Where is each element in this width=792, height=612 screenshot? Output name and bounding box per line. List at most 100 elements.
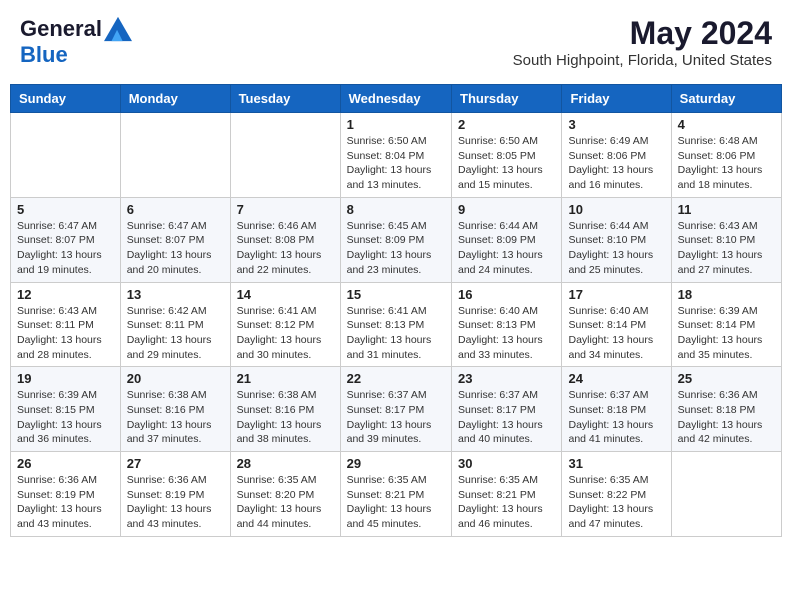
day-number: 13 [127, 287, 224, 302]
day-info: Sunrise: 6:42 AM Sunset: 8:11 PM Dayligh… [127, 304, 224, 363]
day-number: 10 [568, 202, 664, 217]
day-info: Sunrise: 6:41 AM Sunset: 8:13 PM Dayligh… [347, 304, 445, 363]
day-number: 20 [127, 371, 224, 386]
day-info: Sunrise: 6:35 AM Sunset: 8:22 PM Dayligh… [568, 473, 664, 532]
calendar-cell: 16Sunrise: 6:40 AM Sunset: 8:13 PM Dayli… [452, 282, 562, 367]
location-title: South Highpoint, Florida, United States [513, 52, 772, 69]
weekday-header-tuesday: Tuesday [230, 85, 340, 113]
day-info: Sunrise: 6:50 AM Sunset: 8:04 PM Dayligh… [347, 134, 445, 193]
month-title: May 2024 [513, 15, 772, 52]
calendar-cell [671, 452, 781, 537]
day-info: Sunrise: 6:37 AM Sunset: 8:17 PM Dayligh… [458, 388, 555, 447]
logo-icon [104, 15, 132, 43]
day-info: Sunrise: 6:39 AM Sunset: 8:14 PM Dayligh… [678, 304, 775, 363]
day-info: Sunrise: 6:37 AM Sunset: 8:17 PM Dayligh… [347, 388, 445, 447]
calendar-cell: 5 Sunrise: 6:47 AM Sunset: 8:07 PM Daylig… [11, 197, 121, 282]
day-info: Sunrise: 6:41 AM Sunset: 8:12 PM Dayligh… [237, 304, 334, 363]
day-info: Sunrise: 6:35 AM Sunset: 8:21 PM Dayligh… [458, 473, 555, 532]
calendar-cell: 13 Sunrise: 6:42 AM Sunset: 8:11 PM Dayli… [120, 282, 230, 367]
day-number: 9 [458, 202, 555, 217]
logo-general: General [20, 16, 102, 41]
day-info: Sunrise: 6:36 AM Sunset: 8:19 PM Dayligh… [127, 473, 224, 532]
day-number: 26 [17, 456, 114, 471]
day-number: 21 [237, 371, 334, 386]
day-number: 2 [458, 117, 555, 132]
weekday-header-thursday: Thursday [452, 85, 562, 113]
weekday-header-sunday: Sunday [11, 85, 121, 113]
day-info: Sunrise: 6:36 AM Sunset: 8:19 PM Dayligh… [17, 473, 114, 532]
day-info: Sunrise: 6:43 AM Sunset: 8:11 PM Dayligh… [17, 304, 114, 363]
day-info: Sunrise: 6:38 AM Sunset: 8:16 PM Dayligh… [127, 388, 224, 447]
weekday-header-saturday: Saturday [671, 85, 781, 113]
day-info: Sunrise: 6:44 AM Sunset: 8:10 PM Dayligh… [568, 219, 664, 278]
day-info: Sunrise: 6:38 AM Sunset: 8:16 PM Dayligh… [237, 388, 334, 447]
day-number: 1 [347, 117, 445, 132]
title-area: May 2024 South Highpoint, Florida, Unite… [513, 15, 772, 69]
day-number: 22 [347, 371, 445, 386]
calendar-cell: 24 Sunrise: 6:37 AM Sunset: 8:18 PM Dayli… [562, 367, 671, 452]
day-number: 7 [237, 202, 334, 217]
calendar: SundayMondayTuesdayWednesdayThursdayFrid… [10, 84, 782, 537]
calendar-cell: 10 Sunrise: 6:44 AM Sunset: 8:10 PM Dayli… [562, 197, 671, 282]
day-number: 3 [568, 117, 664, 132]
day-number: 31 [568, 456, 664, 471]
day-number: 27 [127, 456, 224, 471]
weekday-header-wednesday: Wednesday [340, 85, 451, 113]
day-number: 18 [678, 287, 775, 302]
logo: General Blue [20, 15, 132, 67]
day-info: Sunrise: 6:45 AM Sunset: 8:09 PM Dayligh… [347, 219, 445, 278]
calendar-cell: 23 Sunrise: 6:37 AM Sunset: 8:17 PM Dayli… [452, 367, 562, 452]
day-info: Sunrise: 6:43 AM Sunset: 8:10 PM Dayligh… [678, 219, 775, 278]
calendar-cell: 19Sunrise: 6:39 AM Sunset: 8:15 PM Dayli… [11, 367, 121, 452]
calendar-cell: 15 Sunrise: 6:41 AM Sunset: 8:13 PM Dayli… [340, 282, 451, 367]
calendar-cell [230, 113, 340, 198]
calendar-cell: 22 Sunrise: 6:37 AM Sunset: 8:17 PM Dayli… [340, 367, 451, 452]
day-number: 25 [678, 371, 775, 386]
calendar-cell: 9 Sunrise: 6:44 AM Sunset: 8:09 PM Daylig… [452, 197, 562, 282]
calendar-cell: 21 Sunrise: 6:38 AM Sunset: 8:16 PM Dayli… [230, 367, 340, 452]
calendar-cell: 7 Sunrise: 6:46 AM Sunset: 8:08 PM Daylig… [230, 197, 340, 282]
calendar-cell: 18 Sunrise: 6:39 AM Sunset: 8:14 PM Dayli… [671, 282, 781, 367]
calendar-cell: 8 Sunrise: 6:45 AM Sunset: 8:09 PM Daylig… [340, 197, 451, 282]
calendar-cell: 27 Sunrise: 6:36 AM Sunset: 8:19 PM Dayli… [120, 452, 230, 537]
day-number: 14 [237, 287, 334, 302]
calendar-cell: 17Sunrise: 6:40 AM Sunset: 8:14 PM Dayli… [562, 282, 671, 367]
day-number: 24 [568, 371, 664, 386]
day-info: Sunrise: 6:44 AM Sunset: 8:09 PM Dayligh… [458, 219, 555, 278]
day-info: Sunrise: 6:46 AM Sunset: 8:08 PM Dayligh… [237, 219, 334, 278]
day-info: Sunrise: 6:37 AM Sunset: 8:18 PM Dayligh… [568, 388, 664, 447]
calendar-cell: 25 Sunrise: 6:36 AM Sunset: 8:18 PM Dayli… [671, 367, 781, 452]
day-number: 4 [678, 117, 775, 132]
day-info: Sunrise: 6:36 AM Sunset: 8:18 PM Dayligh… [678, 388, 775, 447]
calendar-cell: 3 Sunrise: 6:49 AM Sunset: 8:06 PM Daylig… [562, 113, 671, 198]
day-info: Sunrise: 6:50 AM Sunset: 8:05 PM Dayligh… [458, 134, 555, 193]
weekday-header-friday: Friday [562, 85, 671, 113]
weekday-header-monday: Monday [120, 85, 230, 113]
day-number: 11 [678, 202, 775, 217]
header: General Blue May 2024 South Highpoint, F… [10, 10, 782, 74]
day-number: 28 [237, 456, 334, 471]
day-number: 23 [458, 371, 555, 386]
day-number: 12 [17, 287, 114, 302]
calendar-cell: 30 Sunrise: 6:35 AM Sunset: 8:21 PM Dayli… [452, 452, 562, 537]
calendar-cell: 20 Sunrise: 6:38 AM Sunset: 8:16 PM Dayli… [120, 367, 230, 452]
day-number: 6 [127, 202, 224, 217]
day-info: Sunrise: 6:48 AM Sunset: 8:06 PM Dayligh… [678, 134, 775, 193]
day-number: 5 [17, 202, 114, 217]
day-info: Sunrise: 6:35 AM Sunset: 8:20 PM Dayligh… [237, 473, 334, 532]
day-info: Sunrise: 6:47 AM Sunset: 8:07 PM Dayligh… [127, 219, 224, 278]
day-info: Sunrise: 6:49 AM Sunset: 8:06 PM Dayligh… [568, 134, 664, 193]
day-number: 15 [347, 287, 445, 302]
calendar-cell [11, 113, 121, 198]
day-info: Sunrise: 6:40 AM Sunset: 8:14 PM Dayligh… [568, 304, 664, 363]
day-info: Sunrise: 6:47 AM Sunset: 8:07 PM Dayligh… [17, 219, 114, 278]
calendar-cell: 26 Sunrise: 6:36 AM Sunset: 8:19 PM Dayli… [11, 452, 121, 537]
calendar-cell: 28 Sunrise: 6:35 AM Sunset: 8:20 PM Dayli… [230, 452, 340, 537]
calendar-cell: 29Sunrise: 6:35 AM Sunset: 8:21 PM Dayli… [340, 452, 451, 537]
calendar-cell: 14 Sunrise: 6:41 AM Sunset: 8:12 PM Dayli… [230, 282, 340, 367]
calendar-cell: 6 Sunrise: 6:47 AM Sunset: 8:07 PM Daylig… [120, 197, 230, 282]
calendar-cell: 1 Sunrise: 6:50 AM Sunset: 8:04 PM Daylig… [340, 113, 451, 198]
day-info: Sunrise: 6:35 AM Sunset: 8:21 PM Dayligh… [347, 473, 445, 532]
day-number: 30 [458, 456, 555, 471]
day-number: 8 [347, 202, 445, 217]
